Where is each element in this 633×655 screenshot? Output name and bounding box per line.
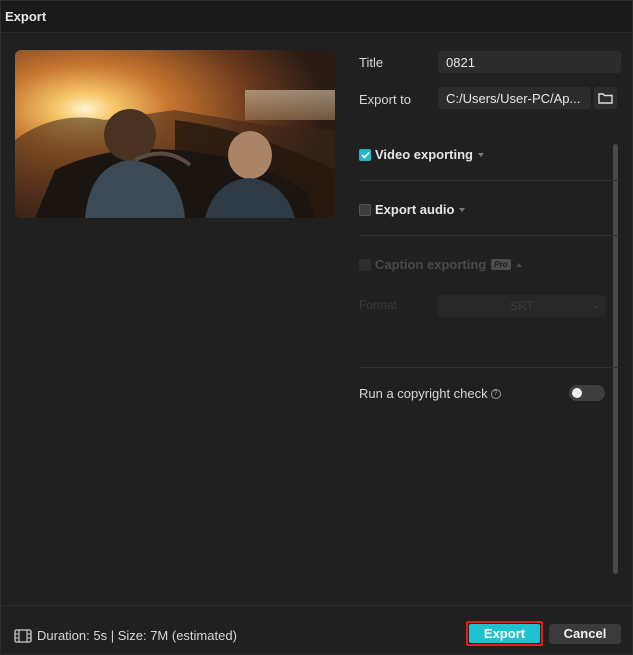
format-value: SRT [510, 299, 534, 313]
cancel-button[interactable]: Cancel [549, 624, 621, 644]
video-exporting-checkbox[interactable] [359, 148, 371, 161]
section-divider [359, 235, 619, 236]
preview-image [15, 50, 335, 218]
copyright-check-row: Run a copyright check ? [359, 386, 501, 401]
browse-folder-button[interactable] [594, 87, 617, 109]
export-audio-checkbox[interactable] [359, 203, 371, 216]
copyright-check-toggle[interactable] [569, 385, 605, 401]
video-exporting-section[interactable]: Video exporting [359, 147, 484, 162]
section-divider [359, 367, 619, 368]
duration-size-text: Duration: 5s | Size: 7M (estimated) [37, 628, 237, 643]
title-input[interactable]: 0821 [438, 51, 621, 73]
section-divider [359, 180, 619, 181]
caption-exporting-checkbox [359, 258, 371, 271]
export-path-input[interactable]: C:/Users/User-PC/Ap... [438, 87, 591, 109]
export-audio-label: Export audio [375, 202, 455, 217]
caret-down-icon[interactable] [459, 207, 466, 212]
caption-exporting-section: Caption exporting Pro [359, 257, 522, 272]
film-icon [14, 628, 32, 643]
caption-format-select: SRT ⌄ [438, 295, 606, 317]
export-dialog: Export Title 0821 Export to C:/Users/Use… [0, 0, 633, 655]
title-bar: Export [1, 1, 632, 33]
export-audio-section[interactable]: Export audio [359, 202, 466, 217]
pro-badge: Pro [491, 259, 511, 270]
settings-scrollbar[interactable] [613, 144, 618, 574]
export-to-label: Export to [359, 92, 412, 107]
export-button[interactable]: Export [469, 624, 540, 643]
question-circle-icon[interactable]: ? [490, 388, 501, 399]
folder-icon [598, 93, 613, 104]
chevron-down-icon: ⌄ [591, 300, 600, 311]
copyright-check-label: Run a copyright check [359, 386, 488, 401]
video-preview-thumbnail [15, 50, 335, 218]
caption-exporting-label: Caption exporting [375, 257, 487, 272]
dialog-title: Export [5, 9, 47, 24]
caret-up-icon [515, 262, 522, 267]
check-icon [360, 151, 370, 159]
toggle-knob [572, 388, 582, 398]
format-label: Format [359, 298, 398, 312]
export-info: Duration: 5s | Size: 7M (estimated) [14, 628, 237, 643]
caret-down-icon[interactable] [478, 152, 484, 157]
title-label: Title [359, 55, 384, 70]
video-exporting-label: Video exporting [375, 147, 473, 162]
